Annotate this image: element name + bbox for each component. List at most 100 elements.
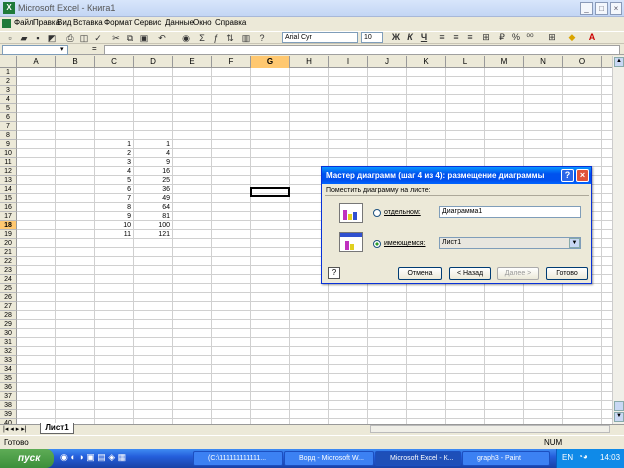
column-header-h[interactable]: H xyxy=(290,56,329,68)
row-header-27[interactable]: 27 xyxy=(0,302,17,311)
select-all-corner[interactable] xyxy=(0,56,17,68)
permission-icon[interactable]: ◩ xyxy=(46,32,58,44)
menu-view[interactable]: Вид xyxy=(57,18,71,27)
align-right-icon[interactable]: ≡ xyxy=(464,31,476,43)
cell-c13[interactable]: 5 xyxy=(95,176,131,185)
cell-c19[interactable]: 11 xyxy=(95,230,131,239)
column-header-j[interactable]: J xyxy=(368,56,407,68)
font-color-icon[interactable]: A xyxy=(586,31,598,43)
chart-wizard-icon[interactable]: ▥ xyxy=(240,32,252,44)
row-header-1[interactable]: 1 xyxy=(0,68,17,77)
row-header-11[interactable]: 11 xyxy=(0,158,17,167)
column-header-i[interactable]: I xyxy=(329,56,368,68)
cell-c9[interactable]: 1 xyxy=(95,140,131,149)
new-sheet-name-input[interactable]: Диаграмма1 xyxy=(439,206,581,218)
row-header-2[interactable]: 2 xyxy=(0,77,17,86)
column-header-d[interactable]: D xyxy=(134,56,173,68)
column-header-o[interactable]: O xyxy=(563,56,602,68)
row-header-35[interactable]: 35 xyxy=(0,374,17,383)
row-header-13[interactable]: 13 xyxy=(0,176,17,185)
quick-launch-icons[interactable]: ◉ ◐ ◑ ▣ ▤ ◈ ▦ xyxy=(60,452,126,463)
row-header-15[interactable]: 15 xyxy=(0,194,17,203)
row-header-24[interactable]: 24 xyxy=(0,275,17,284)
sort-asc-icon[interactable]: ⇅ xyxy=(224,32,236,44)
currency-icon[interactable]: ₽ xyxy=(496,31,508,43)
help-icon[interactable]: ? xyxy=(256,32,268,44)
undo-icon[interactable]: ↶ xyxy=(156,32,168,44)
row-header-17[interactable]: 17 xyxy=(0,212,17,221)
task-word[interactable]: Ворд - Microsoft W... xyxy=(284,451,374,466)
minimize-button[interactable]: _ xyxy=(580,2,593,15)
borders-icon[interactable]: ⊞ xyxy=(546,31,558,43)
align-center-icon[interactable]: ≡ xyxy=(450,31,462,43)
radio-existing-sheet[interactable] xyxy=(373,240,381,248)
menu-help[interactable]: Справка xyxy=(215,18,246,27)
maximize-button[interactable]: □ xyxy=(595,2,608,15)
paste-icon[interactable]: ▣ xyxy=(138,32,150,44)
row-header-34[interactable]: 34 xyxy=(0,365,17,374)
name-box[interactable] xyxy=(2,45,68,55)
bold-icon[interactable]: Ж xyxy=(390,31,402,43)
column-header-g[interactable]: G xyxy=(251,56,290,68)
cell-d14[interactable]: 36 xyxy=(134,185,170,194)
row-header-19[interactable]: 19 xyxy=(0,230,17,239)
spelling-icon[interactable]: ✓ xyxy=(92,32,104,44)
cell-d17[interactable]: 81 xyxy=(134,212,170,221)
cell-d11[interactable]: 9 xyxy=(134,158,170,167)
cancel-button[interactable]: Отмена xyxy=(398,267,442,280)
cell-c17[interactable]: 9 xyxy=(95,212,131,221)
menu-data[interactable]: Данные xyxy=(165,18,194,27)
font-size-select[interactable]: 10 xyxy=(361,32,383,43)
scroll-down-icon[interactable]: ▼ xyxy=(614,412,624,422)
language-indicator[interactable]: EN xyxy=(562,453,573,462)
font-select[interactable]: Arial Cyr xyxy=(282,32,358,43)
open-icon[interactable]: ▰ xyxy=(18,32,30,44)
menu-format[interactable]: Формат xyxy=(104,18,132,27)
cell-d18[interactable]: 100 xyxy=(134,221,170,230)
close-button[interactable]: × xyxy=(610,2,622,15)
cell-d10[interactable]: 4 xyxy=(134,149,170,158)
column-header-n[interactable]: N xyxy=(524,56,563,68)
underline-icon[interactable]: Ч xyxy=(418,31,430,43)
row-header-20[interactable]: 20 xyxy=(0,239,17,248)
preview-icon[interactable]: ◫ xyxy=(78,32,90,44)
cell-c14[interactable]: 6 xyxy=(95,185,131,194)
autosum-icon[interactable]: Σ xyxy=(196,32,208,44)
menu-tools[interactable]: Сервис xyxy=(134,18,161,27)
column-header-e[interactable]: E xyxy=(173,56,212,68)
cell-d16[interactable]: 64 xyxy=(134,203,170,212)
row-header-39[interactable]: 39 xyxy=(0,410,17,419)
row-header-36[interactable]: 36 xyxy=(0,383,17,392)
existing-sheet-select[interactable]: Лист1 xyxy=(439,237,581,249)
row-header-30[interactable]: 30 xyxy=(0,329,17,338)
row-header-3[interactable]: 3 xyxy=(0,86,17,95)
formula-input[interactable] xyxy=(104,45,620,55)
row-header-37[interactable]: 37 xyxy=(0,392,17,401)
cell-c16[interactable]: 8 xyxy=(95,203,131,212)
percent-icon[interactable]: % xyxy=(510,31,522,43)
comma-icon[interactable]: ⁰⁰ xyxy=(524,31,536,43)
align-left-icon[interactable]: ≡ xyxy=(436,31,448,43)
back-button[interactable]: < Назад xyxy=(449,267,491,280)
row-header-18[interactable]: 18 xyxy=(0,221,17,230)
fill-color-icon[interactable]: ◆ xyxy=(566,31,578,43)
cell-d15[interactable]: 49 xyxy=(134,194,170,203)
print-icon[interactable]: ⎙ xyxy=(64,32,76,44)
row-header-21[interactable]: 21 xyxy=(0,248,17,257)
row-header-32[interactable]: 32 xyxy=(0,347,17,356)
copy-icon[interactable]: ⧉ xyxy=(124,32,136,44)
cell-c18[interactable]: 10 xyxy=(95,221,131,230)
hyperlink-icon[interactable]: ◉ xyxy=(180,32,192,44)
menu-edit[interactable]: Правка xyxy=(33,18,60,27)
sheet-tab-list1[interactable]: Лист1 xyxy=(40,423,74,434)
row-header-9[interactable]: 9 xyxy=(0,140,17,149)
column-header-a[interactable]: A xyxy=(17,56,56,68)
row-header-4[interactable]: 4 xyxy=(0,95,17,104)
task-excel[interactable]: Microsoft Excel - К... xyxy=(375,451,461,466)
radio-separate-sheet[interactable] xyxy=(373,209,381,217)
cut-icon[interactable]: ✂ xyxy=(110,32,122,44)
menu-file[interactable]: Файл xyxy=(14,18,34,27)
row-header-22[interactable]: 22 xyxy=(0,257,17,266)
cell-c15[interactable]: 7 xyxy=(95,194,131,203)
menu-window[interactable]: Окно xyxy=(193,18,212,27)
